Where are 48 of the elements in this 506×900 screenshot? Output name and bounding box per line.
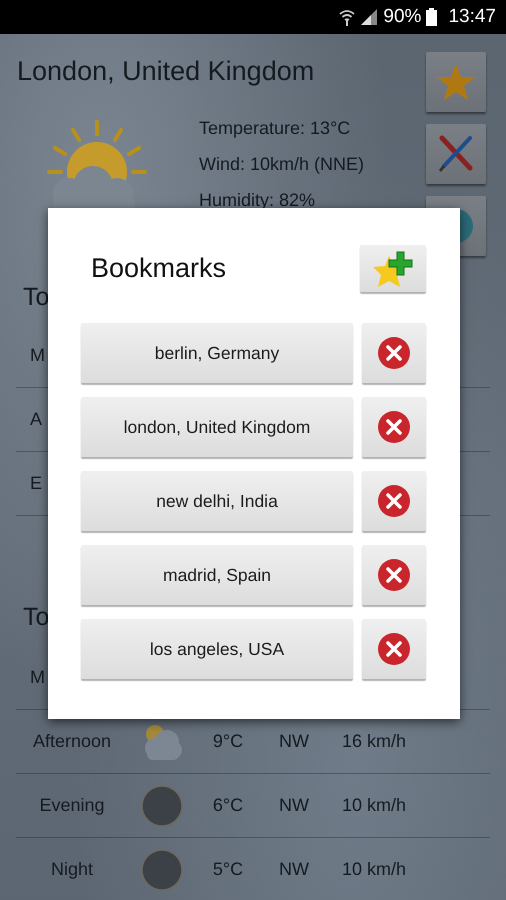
period-label: Night (50, 859, 94, 880)
bookmark-button[interactable]: new delhi, India (81, 471, 353, 531)
add-bookmark-button[interactable] (360, 245, 426, 292)
close-icon (377, 632, 411, 666)
temperature: 5°C (212, 859, 244, 880)
dialog-title: Bookmarks (91, 253, 226, 284)
period-label: E (29, 473, 42, 494)
weather-detail: Temperature: 13°C (199, 117, 352, 140)
bookmark-button[interactable]: london, United Kingdom (81, 397, 353, 457)
period-label: M (29, 667, 45, 688)
battery-icon (426, 8, 438, 26)
bookmark-button[interactable]: madrid, Spain (81, 545, 353, 605)
moon-icon (141, 784, 183, 826)
delete-button[interactable] (362, 323, 426, 383)
delete-button[interactable] (362, 619, 426, 679)
weather-detail: Wind: 10km/h (NNE) (199, 153, 364, 176)
delete-button[interactable] (362, 545, 426, 605)
wind-direction: NW (279, 731, 309, 752)
bookmark-button[interactable]: berlin, Germany (81, 323, 353, 383)
moon-icon (141, 848, 183, 890)
section-heading: To (22, 602, 50, 633)
wind-speed: 10 km/h (342, 795, 406, 816)
close-icon (377, 558, 411, 592)
close-icon (377, 336, 411, 370)
signal-icon (360, 8, 378, 26)
location-title: London, United Kingdom (17, 55, 316, 88)
wifi-icon (339, 8, 356, 26)
close-icon (377, 410, 411, 444)
wind-direction: NW (279, 859, 309, 880)
wind-speed: 16 km/h (342, 731, 406, 752)
close-icon (377, 484, 411, 518)
weather-detail: Humidity: 82% (199, 189, 316, 212)
star-plus-icon (373, 250, 413, 288)
temperature: 6°C (212, 795, 244, 816)
delete-button[interactable] (362, 471, 426, 531)
star-icon (436, 63, 476, 101)
wind-speed: 10 km/h (342, 859, 406, 880)
period-label: Evening (39, 795, 105, 816)
period-label: M (29, 345, 45, 366)
temperature: 9°C (212, 731, 244, 752)
period-label: A (29, 409, 42, 430)
battery-percent: 90% (383, 6, 422, 28)
section-heading: To (22, 282, 50, 313)
wind-direction: NW (279, 795, 309, 816)
clock-time: 13:47 (448, 6, 496, 28)
period-label: Afternoon (32, 731, 112, 752)
delete-button[interactable] (362, 397, 426, 457)
bookmark-button[interactable]: los angeles, USA (81, 619, 353, 679)
